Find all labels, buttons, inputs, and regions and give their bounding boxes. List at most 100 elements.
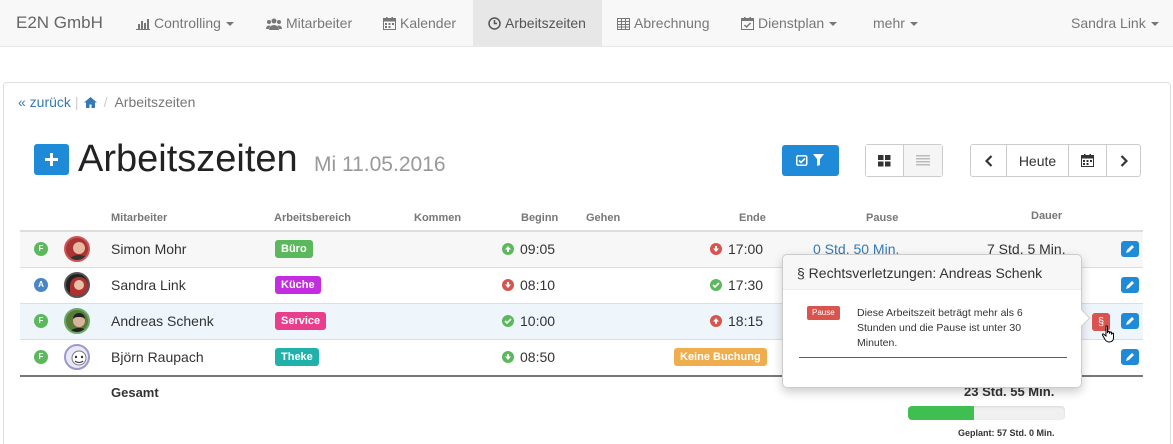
hand-cursor-icon: [1101, 325, 1114, 343]
page-date: Mi 11.05.2016: [314, 153, 446, 176]
violation-popover: § Rechtsverletzungen: Andreas Schenk Pau…: [782, 254, 1091, 388]
nav-arbeitszeiten-label: Arbeitszeiten: [505, 15, 586, 31]
edit-button[interactable]: [1121, 313, 1139, 329]
employee-name[interactable]: Sandra Link: [111, 277, 186, 293]
area-badge: Theke: [275, 348, 319, 366]
top-navbar: E2N GmbH Controlling Mitarbeiter Kalende…: [0, 0, 1173, 47]
popover-text: Diese Arbeitszeit beträgt mehr als 6 Stu…: [857, 307, 1023, 349]
avatar: [64, 344, 90, 370]
nav-kalender[interactable]: Kalender: [371, 0, 468, 47]
chevron-down-icon: [225, 22, 234, 27]
employee-name[interactable]: Andreas Schenk: [111, 313, 214, 329]
begin-time: 08:10: [502, 277, 555, 293]
prev-day-button[interactable]: [971, 145, 1007, 176]
arrow-up-icon: [502, 243, 514, 255]
date-navigation: Heute: [970, 144, 1141, 177]
employee-name[interactable]: Simon Mohr: [111, 241, 186, 257]
chevron-down-icon: [1150, 22, 1159, 27]
status-badge: A: [34, 278, 48, 292]
col-dauer[interactable]: Dauer: [1031, 210, 1062, 222]
list-view-button[interactable]: [904, 145, 942, 176]
pencil-icon: [1126, 317, 1134, 325]
col-arbeitsbereich[interactable]: Arbeitsbereich: [274, 212, 351, 224]
check-icon: [502, 315, 514, 327]
nav-dienstplan-label: Dienstplan: [758, 15, 825, 31]
user-name: Sandra Link: [1071, 15, 1146, 31]
popover-divider: [799, 357, 1067, 358]
pencil-icon: [1126, 281, 1134, 289]
back-link[interactable]: « zurück: [18, 94, 71, 110]
check-square-icon: [796, 155, 808, 166]
planned-progress-bar: [908, 406, 1065, 420]
avatar: [64, 236, 90, 262]
pencil-icon: [1126, 245, 1134, 253]
filter-button[interactable]: [782, 145, 839, 176]
calendar-icon: [1081, 154, 1094, 167]
begin-time: 10:00: [502, 313, 555, 329]
begin-time: 09:05: [502, 241, 555, 257]
col-gehen[interactable]: Gehen: [586, 212, 620, 224]
status-badge: F: [34, 350, 48, 364]
col-pause[interactable]: Pause: [866, 212, 898, 224]
breadcrumb: « zurück | / Arbeitszeiten: [18, 94, 196, 110]
grid-view-button[interactable]: [866, 145, 904, 176]
calendar-check-icon: [741, 17, 754, 30]
area-badge: Küche: [275, 276, 321, 294]
employee-name[interactable]: Björn Raupach: [111, 349, 204, 365]
nav-mehr-label: mehr: [873, 15, 905, 31]
status-badge: F: [34, 242, 48, 256]
edit-button[interactable]: [1121, 277, 1139, 293]
chevron-right-icon: [1120, 154, 1128, 167]
end-time: 17:00: [710, 241, 763, 257]
list-icon: [916, 155, 930, 166]
end-time: 18:15: [710, 313, 763, 329]
no-booking-badge: Keine Buchung: [674, 348, 767, 366]
col-kommen[interactable]: Kommen: [414, 212, 461, 224]
arrow-down-icon: [710, 243, 722, 255]
table-icon: [617, 18, 630, 30]
check-icon: [710, 279, 722, 291]
arrow-up-icon: [710, 315, 722, 327]
users-icon: [266, 18, 282, 30]
date-picker-button[interactable]: [1069, 145, 1107, 176]
edit-button[interactable]: [1121, 349, 1139, 365]
nav-mitarbeiter[interactable]: Mitarbeiter: [254, 0, 364, 47]
chevron-down-icon: [829, 22, 838, 27]
nav-dienstplan[interactable]: Dienstplan: [729, 0, 849, 47]
area-badge: Büro: [275, 240, 313, 258]
view-toggle: [865, 144, 943, 177]
nav-mitarbeiter-label: Mitarbeiter: [286, 15, 353, 31]
col-beginn[interactable]: Beginn: [521, 212, 558, 224]
popover-title: § Rechtsverletzungen: Andreas Schenk: [783, 255, 1081, 290]
nav-arbeitszeiten[interactable]: Arbeitszeiten: [473, 0, 602, 47]
col-ende[interactable]: Ende: [739, 212, 766, 224]
nav-mehr[interactable]: mehr: [861, 0, 930, 47]
user-menu[interactable]: Sandra Link: [1059, 0, 1171, 47]
brand-logo[interactable]: E2N GmbH: [16, 13, 103, 33]
arrow-down-icon: [502, 351, 514, 363]
nav-controlling[interactable]: Controlling: [124, 0, 246, 47]
edit-button[interactable]: [1121, 241, 1139, 257]
avatar: [64, 308, 90, 334]
begin-time: 08:50: [502, 349, 555, 365]
nav-controlling-label: Controlling: [154, 15, 221, 31]
chevron-down-icon: [909, 22, 918, 27]
progress-fill: [908, 406, 974, 420]
clock-icon: [488, 17, 501, 30]
next-day-button[interactable]: [1107, 145, 1140, 176]
today-button[interactable]: Heute: [1007, 145, 1069, 176]
col-mitarbeiter[interactable]: Mitarbeiter: [111, 212, 167, 224]
pause-label: Pause: [807, 306, 840, 320]
home-icon[interactable]: [83, 97, 97, 108]
pencil-icon: [1126, 353, 1134, 361]
nav-kalender-label: Kalender: [400, 15, 457, 31]
planned-hours: Geplant: 57 Std. 0 Min.: [958, 428, 1055, 438]
nav-abrechnung-label: Abrechnung: [634, 15, 710, 31]
chevron-left-icon: [984, 154, 992, 167]
total-label: Gesamt: [111, 385, 159, 400]
avatar: [64, 272, 90, 298]
add-entry-button[interactable]: [34, 144, 69, 175]
end-time: 17:30: [710, 277, 763, 293]
filter-icon: [813, 154, 824, 166]
nav-abrechnung[interactable]: Abrechnung: [605, 0, 722, 47]
